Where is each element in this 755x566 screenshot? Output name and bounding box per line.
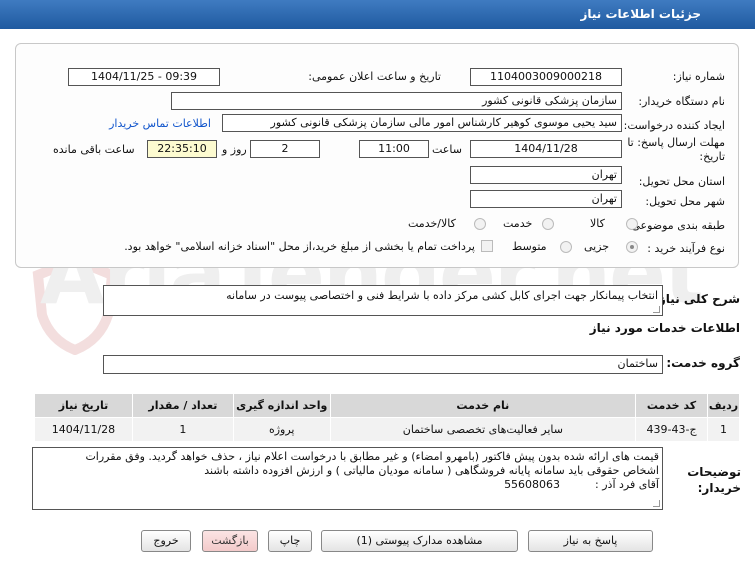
- resize-handle-icon[interactable]: [653, 500, 660, 507]
- buyer-notes-line-2: اشخاص حقوقی باید سامانه پایانه فروشگاهی …: [204, 464, 659, 477]
- buyer-notes-label: توضیحات خریدار:: [687, 465, 741, 495]
- service-qty: 1: [131, 417, 234, 442]
- buyer-org-field: سازمان پزشکی قانونی کشور: [171, 92, 622, 110]
- service-group-field: ساختمان: [103, 355, 663, 374]
- deadline-time-field: 11:00: [359, 140, 429, 158]
- resize-handle-icon[interactable]: [653, 306, 660, 313]
- service-group-label: گروه خدمت:: [666, 356, 740, 370]
- deadline-date-field: 1404/11/28: [470, 140, 622, 158]
- buyer-notes-line-1: قیمت های ارائه شده بدون پیش فاکتور (بامه…: [85, 450, 659, 463]
- remaining-time-label: ساعت باقی مانده: [53, 143, 135, 156]
- col-unit-header: واحد اندازه گیری: [232, 393, 331, 418]
- requester-label: ایجاد کننده درخواست:: [623, 119, 725, 132]
- col-name-header: نام خدمت: [329, 393, 637, 418]
- view-attachments-button[interactable]: مشاهده مدارک پیوستی (1): [321, 530, 518, 552]
- col-code-header: کد خدمت: [635, 393, 709, 418]
- service-date: 1404/11/28: [34, 417, 133, 442]
- category-label: طبقه بندی موضوعی:: [627, 219, 725, 232]
- table-header-row: ردیف کد خدمت نام خدمت واحد اندازه گیری ت…: [34, 393, 740, 418]
- summary-text: انتخاب پیمانکار جهت اجرای کابل کشی مرکز …: [226, 289, 658, 302]
- treasury-payment-checkbox[interactable]: [481, 240, 493, 252]
- services-table: ردیف کد خدمت نام خدمت واحد اندازه گیری ت…: [34, 393, 740, 442]
- category-goods-label: کالا: [590, 217, 605, 230]
- announce-label: تاریخ و ساعت اعلان عمومی:: [308, 70, 441, 83]
- province-field: تهران: [470, 166, 622, 184]
- city-field: تهران: [470, 190, 622, 208]
- need-number-field: 1104003009000218: [470, 68, 622, 86]
- province-label: استان محل تحویل:: [638, 175, 725, 188]
- process-minor-label: جزیی: [584, 240, 610, 253]
- deadline-label: مهلت ارسال پاسخ: تا تاریخ:: [627, 136, 725, 163]
- service-name: سایر فعالیت‌های تخصصی ساختمان: [329, 417, 637, 442]
- buyer-contact-link[interactable]: اطلاعات تماس خریدار: [109, 117, 211, 130]
- row-number: 1: [707, 417, 740, 442]
- city-label: شهر محل تحویل:: [645, 195, 725, 208]
- exit-button[interactable]: خروج: [141, 530, 191, 552]
- col-row-header: ردیف: [707, 393, 740, 418]
- buyer-org-label: نام دستگاه خریدار:: [638, 95, 725, 108]
- page-title: جزئیات اطلاعات نیاز: [580, 7, 701, 21]
- announce-datetime-field: 1404/11/25 - 09:39: [68, 68, 220, 86]
- print-button[interactable]: چاپ: [268, 530, 312, 552]
- col-date-header: تاریخ نیاز: [34, 393, 133, 418]
- back-button[interactable]: بازگشت: [202, 530, 258, 552]
- deadline-time-label: ساعت: [432, 143, 462, 156]
- requester-field: سید یحیی موسوی کوهیر کارشناس امور مالی س…: [222, 114, 622, 132]
- buyer-notes-line-3: آقای فرد آذر : 55608063: [504, 478, 659, 491]
- process-medium-radio[interactable]: [560, 241, 572, 253]
- need-number-label: شماره نیاز:: [672, 70, 725, 83]
- remaining-time-field: 22:35:10: [147, 140, 217, 158]
- category-service-label: خدمت: [503, 217, 533, 230]
- summary-label: شرح کلی نیاز:: [654, 292, 740, 306]
- col-qty-header: تعداد / مقدار: [131, 393, 234, 418]
- process-minor-radio[interactable]: [626, 241, 638, 253]
- reply-button[interactable]: پاسخ به نیاز: [528, 530, 653, 552]
- services-section-title: اطلاعات خدمات مورد نیاز: [589, 321, 740, 335]
- buyer-notes-textarea[interactable]: قیمت های ارائه شده بدون پیش فاکتور (بامه…: [32, 447, 663, 510]
- category-service-radio[interactable]: [542, 218, 554, 230]
- summary-textarea[interactable]: انتخاب پیمانکار جهت اجرای کابل کشی مرکز …: [103, 285, 663, 316]
- process-medium-label: متوسط: [512, 240, 547, 253]
- service-unit: پروژه: [232, 417, 331, 442]
- days-remaining-field: 2: [250, 140, 320, 158]
- page-header: جزئیات اطلاعات نیاز: [0, 0, 755, 29]
- process-type-label: نوع فرآیند خرید :: [647, 242, 725, 255]
- category-goods-service-label: کالا/خدمت: [408, 217, 456, 230]
- days-label: روز و: [222, 143, 247, 156]
- table-row: 1 ج-43-439 سایر فعالیت‌های تخصصی ساختمان…: [34, 417, 740, 442]
- category-goods-radio[interactable]: [626, 218, 638, 230]
- service-code: ج-43-439: [635, 417, 709, 442]
- treasury-payment-note: پرداخت تمام یا بخشی از مبلغ خرید،از محل …: [124, 240, 475, 253]
- category-goods-service-radio[interactable]: [474, 218, 486, 230]
